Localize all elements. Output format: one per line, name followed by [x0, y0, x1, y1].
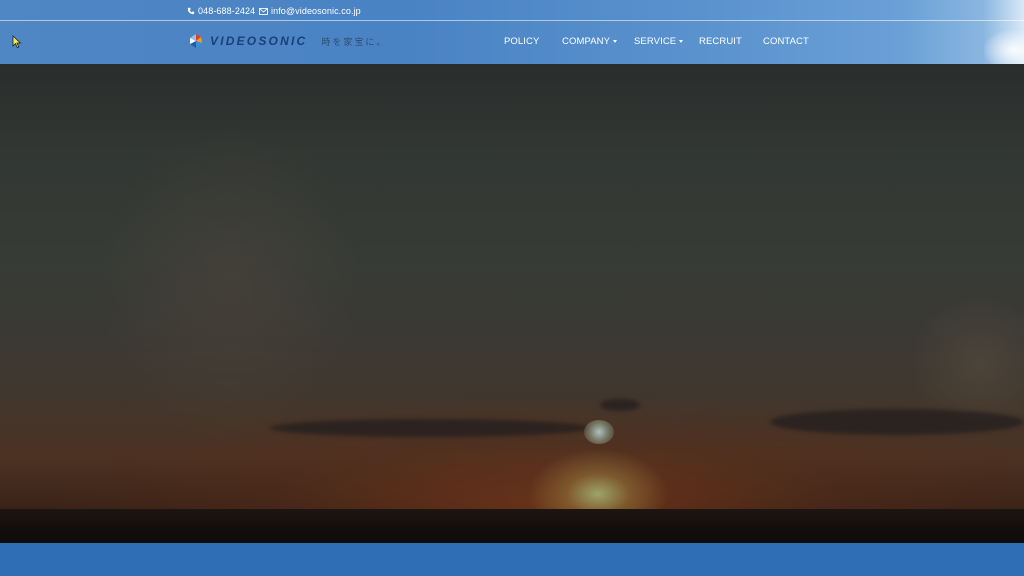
- page: 048-688-2424 info@videosonic.co.jp VIDEO…: [0, 0, 1024, 576]
- hero-cloud: [770, 409, 1024, 435]
- caret-down-icon: [679, 40, 684, 43]
- phone-link[interactable]: 048-688-2424: [187, 5, 255, 17]
- hero-sun: [584, 420, 614, 444]
- nav-item-label: RECRUIT: [699, 35, 742, 47]
- hero-horizon: [0, 509, 1024, 543]
- nav-item-policy[interactable]: POLICY: [504, 34, 539, 48]
- caret-down-icon: [613, 40, 618, 43]
- hero-cloud: [600, 399, 640, 411]
- phone-icon: [187, 7, 195, 15]
- email-link[interactable]: info@videosonic.co.jp: [259, 5, 361, 17]
- nav-item-company[interactable]: COMPANY: [562, 34, 618, 48]
- email-address: info@videosonic.co.jp: [271, 6, 361, 16]
- hero-sunset-video: [0, 64, 1024, 543]
- hero-cloud: [270, 419, 590, 437]
- phone-number: 048-688-2424: [198, 6, 256, 16]
- mail-icon: [259, 7, 268, 15]
- nav-item-recruit[interactable]: RECRUIT: [699, 34, 742, 48]
- nav-item-label: SERVICE: [634, 35, 677, 47]
- nav-item-service[interactable]: SERVICE: [634, 34, 684, 48]
- contact-topbar: 048-688-2424 info@videosonic.co.jp: [0, 0, 1024, 21]
- nav-item-contact[interactable]: CONTACT: [763, 34, 809, 48]
- main-nav: POLICY COMPANY SERVICE RECRUIT CONTACT: [0, 34, 1024, 48]
- blue-section-band: [0, 543, 1024, 576]
- site-header: 048-688-2424 info@videosonic.co.jp VIDEO…: [0, 0, 1024, 70]
- nav-item-label: CONTACT: [763, 35, 809, 47]
- nav-item-label: COMPANY: [562, 35, 611, 47]
- mouse-cursor-icon: [12, 35, 22, 49]
- nav-item-label: POLICY: [504, 35, 540, 47]
